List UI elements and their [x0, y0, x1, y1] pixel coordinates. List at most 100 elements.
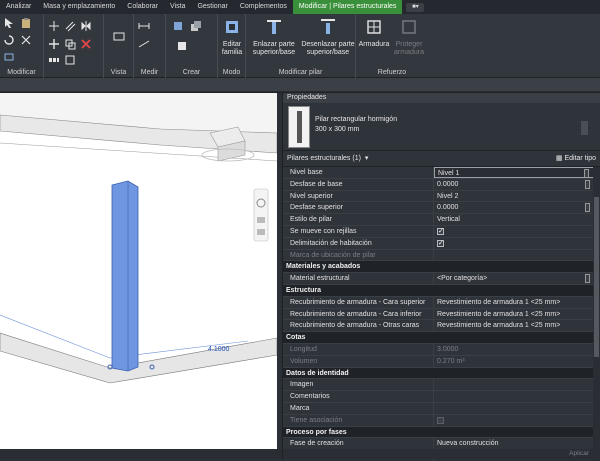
property-label: Nivel base	[283, 167, 434, 178]
property-value-text: Revestimiento de armadura 1 <25 mm>	[437, 310, 561, 318]
floor-slab	[0, 332, 277, 384]
group-edit-tools	[44, 14, 104, 78]
mirror-icon[interactable]	[80, 20, 92, 32]
property-value[interactable]: 0.0000	[434, 179, 600, 190]
attach-icon	[267, 20, 281, 34]
property-value[interactable]	[434, 391, 600, 402]
modify-arrow-icon[interactable]	[3, 17, 15, 29]
section-proceso-por-fases[interactable]: Proceso por fases	[283, 426, 600, 439]
rebar-button[interactable]: Armadura	[356, 18, 392, 49]
rotate-icon[interactable]	[3, 34, 15, 46]
checkbox[interactable]	[437, 226, 444, 237]
property-value[interactable]: <Por categoría>	[434, 273, 600, 284]
edit-family-button[interactable]: Editar familia	[218, 18, 246, 57]
edit-type-label: Editar tipo	[564, 155, 596, 162]
model-canvas[interactable]: 4.1000	[0, 93, 277, 449]
array-icon[interactable]	[48, 54, 60, 66]
property-value[interactable]: Revestimiento de armadura 1 <25 mm>	[434, 297, 600, 308]
camera-icon[interactable]: ■▾	[406, 2, 425, 12]
section-materiales-y-acabados[interactable]: Materiales y acabados	[283, 261, 600, 274]
type-selector[interactable]: Pilar rectangular hormigón 300 x 300 mm	[283, 103, 600, 151]
property-value[interactable]: Revestimiento de armadura 1 <25 mm>	[434, 309, 600, 320]
dimension-label[interactable]: 4.1000	[208, 346, 230, 353]
property-value-text: Nueva construcción	[437, 440, 499, 448]
property-value[interactable]: Revestimiento de armadura 1 <25 mm>	[434, 320, 600, 331]
section-label: Materiales y acabados	[286, 263, 361, 271]
measure-icon[interactable]	[138, 20, 150, 32]
tab-vista[interactable]: Vista	[164, 0, 191, 14]
navigation-bar[interactable]	[253, 188, 269, 242]
join-icon[interactable]	[3, 51, 15, 63]
property-value[interactable]	[434, 403, 600, 414]
type-name-line1: Pilar rectangular hormigón	[315, 116, 398, 123]
tab-colaborar[interactable]: Colaborar	[121, 0, 164, 14]
properties-grid: Nivel base Nivel 1 Desfase de base 0.0000 Ni…	[283, 167, 600, 461]
property-row-delimitacion-de-habitacion: Delimitación de habitación	[283, 237, 600, 250]
move-icon[interactable]	[48, 38, 60, 50]
selected-column[interactable]	[111, 180, 139, 372]
group-label-modificar-pilar: Modificar pilar	[278, 69, 323, 76]
property-row-marca-de-ubicacion-de-pilar: Marca de ubicación de pilar	[283, 249, 600, 262]
tab-gestionar[interactable]: Gestionar	[191, 0, 233, 14]
property-value-text: 0.270 m³	[437, 357, 465, 365]
cut-icon[interactable]	[20, 34, 32, 46]
value-button[interactable]	[585, 179, 590, 189]
property-value[interactable]	[434, 379, 600, 390]
chevron-down-icon[interactable]: ▾	[365, 155, 369, 162]
property-value[interactable]: Nivel 2	[434, 191, 600, 202]
dimension-icon[interactable]	[138, 38, 150, 50]
scrollbar-thumb[interactable]	[594, 197, 599, 357]
paste-icon[interactable]	[20, 17, 32, 29]
property-row-volumen: Volumen 0.270 m³	[283, 355, 600, 368]
copy-icon[interactable]	[64, 38, 76, 50]
group-vista: Vista	[104, 14, 134, 78]
group-crear: Crear	[166, 14, 218, 78]
property-row-imagen: Imagen	[283, 379, 600, 392]
group-modificar: Modificar	[0, 14, 44, 78]
group-label-modo: Modo	[222, 69, 241, 76]
tab-modificar-pilares-estructurales[interactable]: Modificar | Pilares estructurales	[292, 0, 403, 14]
property-value-text: Nivel 2	[437, 192, 459, 200]
property-value[interactable]: Nueva construcción	[434, 438, 600, 449]
tab-complementos[interactable]: Complementos	[234, 0, 293, 14]
property-label: Recubrimiento de armadura - Otras caras	[283, 320, 434, 332]
property-value-text: 3.0000	[437, 345, 459, 353]
section-datos-de-identidad[interactable]: Datos de identidad	[283, 367, 600, 380]
edit-type-button[interactable]: ▦ Editar tipo	[556, 151, 596, 167]
attach-top-base-button[interactable]: Enlazar parte superior/base	[248, 18, 300, 57]
3d-viewport[interactable]: 4.1000	[0, 93, 277, 449]
filter-label: Pilares estructurales (1)	[287, 155, 361, 162]
scale-icon[interactable]	[64, 54, 76, 66]
value-button[interactable]	[585, 203, 590, 213]
delete-icon[interactable]	[80, 38, 92, 50]
property-value[interactable]: 0.0000	[434, 202, 600, 213]
property-value[interactable]: Vertical	[434, 214, 600, 225]
property-value[interactable]	[434, 226, 600, 237]
value-button[interactable]	[585, 274, 590, 284]
type-dropdown-arrow[interactable]	[581, 121, 588, 135]
create-group-icon[interactable]	[176, 40, 188, 52]
protect-rebar-button[interactable]: Proteger armadura	[392, 18, 426, 57]
checkbox	[437, 416, 444, 424]
detach-top-base-button[interactable]: Desenlazar parte superior/base	[300, 18, 356, 57]
create-parts-icon[interactable]	[190, 20, 202, 32]
instance-filter[interactable]: Pilares estructurales (1) ▾ ▦ Editar tip…	[283, 151, 600, 167]
properties-scrollbar[interactable]	[593, 167, 600, 461]
value-button[interactable]	[584, 169, 589, 177]
property-label: Desfase de base	[283, 178, 434, 190]
property-row-desfase-de-base: Desfase de base 0.0000	[283, 178, 600, 191]
section-estructura[interactable]: Estructura	[283, 284, 600, 297]
section-label: Datos de identidad	[286, 369, 349, 377]
align-icon[interactable]	[48, 20, 60, 32]
tab-masa-y-emplazamiento[interactable]: Masa y emplazamiento	[37, 0, 121, 14]
section-cotas[interactable]: Cotas	[283, 332, 600, 344]
checkbox[interactable]	[437, 238, 444, 249]
tab-analizar[interactable]: Analizar	[0, 0, 37, 14]
offset-icon[interactable]	[64, 20, 76, 32]
create-assembly-icon[interactable]	[172, 20, 184, 32]
property-value[interactable]	[434, 238, 600, 249]
view-icon[interactable]	[113, 30, 125, 42]
property-value[interactable]: Nivel 1	[434, 167, 600, 178]
apply-button[interactable]: Aplicar	[569, 450, 589, 457]
property-row-se-mueve-con-rejillas: Se mueve con rejillas	[283, 225, 600, 238]
